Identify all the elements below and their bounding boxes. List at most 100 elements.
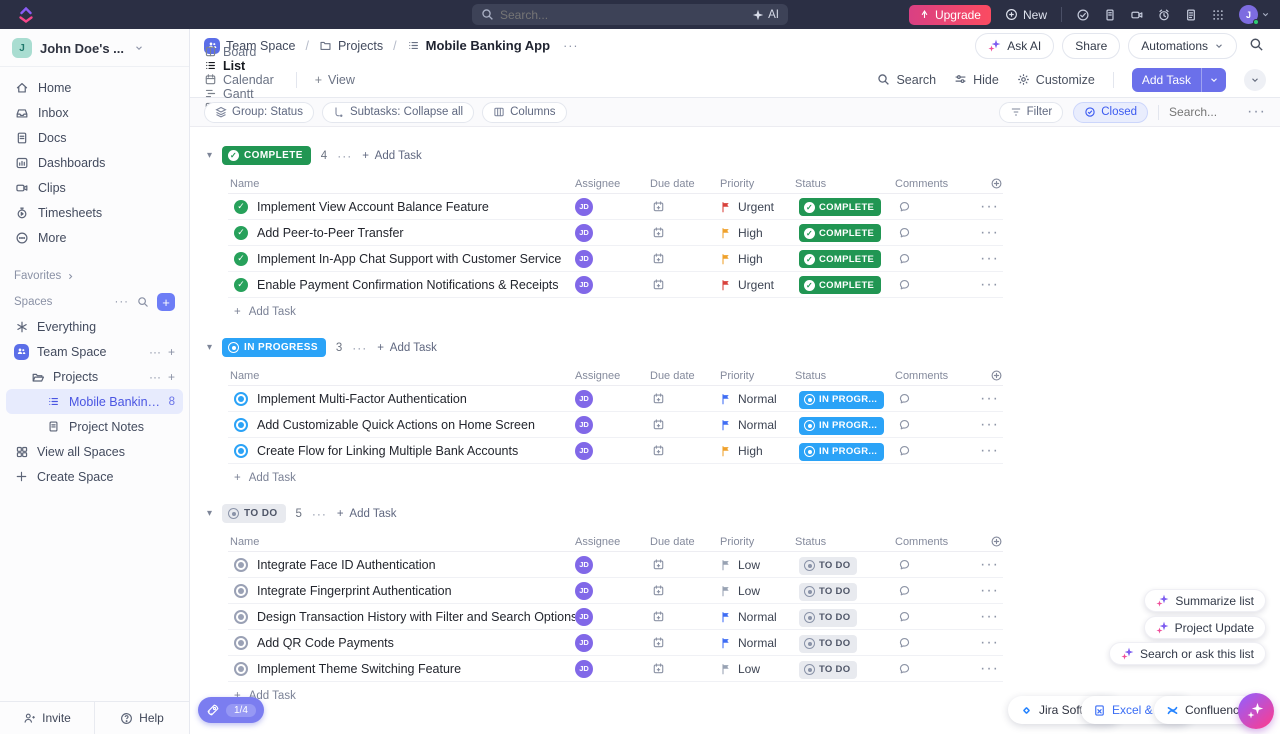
column-header-due-date[interactable]: Due date [650,370,720,382]
tree-item-everything[interactable]: Everything [6,314,183,339]
column-header-assignee[interactable]: Assignee [575,178,650,190]
task-name-cell[interactable]: ✓ Implement In-App Chat Support with Cust… [228,252,575,266]
task-status-icon[interactable]: ✓ [234,200,248,214]
due-date-cell[interactable] [650,636,720,649]
row-more-icon[interactable]: ··· [976,442,1003,460]
group-more-icon[interactable]: ··· [337,149,352,163]
workspace-switcher[interactable]: J John Doe's ... [0,29,189,67]
task-status-icon[interactable] [234,662,248,676]
add-column-icon[interactable] [976,369,1003,382]
column-header-comments[interactable]: Comments [895,370,976,382]
task-name-cell[interactable]: Integrate Fingerprint Authentication [228,584,575,598]
hide-button[interactable]: Hide [954,73,999,87]
notepad-icon[interactable] [1103,8,1117,22]
search-view-button[interactable]: Search [877,73,936,87]
status-cell[interactable]: TO DO [795,633,895,653]
due-date-cell[interactable] [650,662,720,675]
due-date-cell[interactable] [650,558,720,571]
group-status-badge[interactable]: ✓COMPLETE [222,146,311,165]
group-status-badge[interactable]: IN PROGRESS [222,338,326,357]
sidebar-item-dashboards[interactable]: Dashboards [0,150,189,175]
status-pill[interactable]: TO DO [799,661,857,679]
task-status-icon[interactable] [234,610,248,624]
column-header-name[interactable]: Name [228,370,575,382]
table-row[interactable]: Design Transaction History with Filter a… [228,604,1003,630]
due-date-cell[interactable] [650,392,720,405]
status-cell[interactable]: ✓COMPLETE [795,275,895,295]
assignee-avatar[interactable]: JD [575,250,593,268]
priority-cell[interactable]: High [720,226,795,240]
assignee-cell[interactable]: JD [575,250,650,268]
task-name-cell[interactable]: ✓Add Peer-to-Peer Transfer [228,226,575,240]
table-row[interactable]: Implement Theme Switching FeatureJDLowTO… [228,656,1003,682]
add-icon[interactable]: + [168,370,175,384]
group-by-chip[interactable]: Group: Status [204,102,314,123]
status-pill[interactable]: ✓COMPLETE [799,198,881,216]
item-actions[interactable]: ···+ [149,370,175,384]
priority-cell[interactable]: Normal [720,418,795,432]
column-header-assignee[interactable]: Assignee [575,536,650,548]
column-header-status[interactable]: Status [795,370,895,382]
assignee-avatar[interactable]: JD [575,582,593,600]
collapse-toolbar-button[interactable] [1244,69,1266,91]
video-icon[interactable] [1130,8,1144,22]
add-column-icon[interactable] [976,535,1003,548]
priority-cell[interactable]: High [720,252,795,266]
add-icon[interactable]: + [168,345,175,359]
ai-action-search-or-ask-this-list[interactable]: Search or ask this list [1109,642,1266,665]
status-pill[interactable]: IN PROGR... [799,417,884,435]
help-button[interactable]: Help [94,702,189,734]
task-status-icon[interactable] [234,558,248,572]
task-name-cell[interactable]: ✓Enable Payment Confirmation Notificatio… [228,278,575,292]
list-options-icon[interactable]: ··· [1247,103,1266,121]
view-search-icon[interactable] [1245,37,1268,55]
column-header-priority[interactable]: Priority [720,178,795,190]
status-pill[interactable]: TO DO [799,635,857,653]
column-header-due-date[interactable]: Due date [650,536,720,548]
column-header-status[interactable]: Status [795,178,895,190]
ai-action-project-update[interactable]: Project Update [1144,616,1266,639]
task-name[interactable]: Implement Theme Switching Feature [257,662,461,676]
collapse-caret-icon[interactable]: ▾ [207,150,212,161]
task-name-cell[interactable]: Implement Multi-Factor Authentication [228,392,575,406]
breadcrumb-item[interactable]: Projects [319,39,383,53]
favorites-section[interactable]: Favorites [0,264,189,288]
assignee-cell[interactable]: JD [575,442,650,460]
breadcrumb-more-icon[interactable]: ··· [563,39,579,53]
tree-item-projects[interactable]: Projects···+ [6,364,183,389]
assignee-avatar[interactable]: JD [575,442,593,460]
add-task-row[interactable]: +Add Task [228,298,1280,325]
add-task-button[interactable]: Add Task [1132,68,1226,92]
status-cell[interactable]: TO DO [795,555,895,575]
user-avatar[interactable]: J [1239,5,1258,24]
chevron-down-icon[interactable] [1261,10,1270,19]
task-status-icon[interactable]: ✓ [234,278,248,292]
status-cell[interactable]: TO DO [795,581,895,601]
item-actions[interactable]: ···+ [149,345,175,359]
filter-chip[interactable]: Filter [999,102,1064,123]
tab-calendar[interactable]: Calendar [204,73,274,87]
automations-button[interactable]: Automations [1128,33,1237,59]
task-name[interactable]: Implement In-App Chat Support with Custo… [257,252,561,266]
column-header-comments[interactable]: Comments [895,178,976,190]
status-cell[interactable]: IN PROGR... [795,415,895,435]
row-more-icon[interactable]: ··· [976,556,1003,574]
customize-button[interactable]: Customize [1017,73,1095,87]
status-pill[interactable]: IN PROGR... [799,443,884,461]
comments-cell[interactable] [895,418,976,431]
assignee-cell[interactable]: JD [575,660,650,678]
priority-cell[interactable]: Urgent [720,200,795,214]
task-name[interactable]: Implement View Account Balance Feature [257,200,489,214]
task-status-icon[interactable]: ✓ [234,252,248,266]
comments-cell[interactable] [895,200,976,213]
group-more-icon[interactable]: ··· [312,507,327,521]
assignee-cell[interactable]: JD [575,276,650,294]
row-more-icon[interactable]: ··· [976,390,1003,408]
task-name[interactable]: Implement Multi-Factor Authentication [257,392,467,406]
task-status-icon[interactable] [234,392,248,406]
onboarding-progress-button[interactable]: 1/4 [198,697,264,723]
upgrade-button[interactable]: Upgrade [909,5,991,25]
task-name-cell[interactable]: Add QR Code Payments [228,636,575,650]
share-button[interactable]: Share [1062,33,1120,59]
sidebar-item-docs[interactable]: Docs [0,125,189,150]
